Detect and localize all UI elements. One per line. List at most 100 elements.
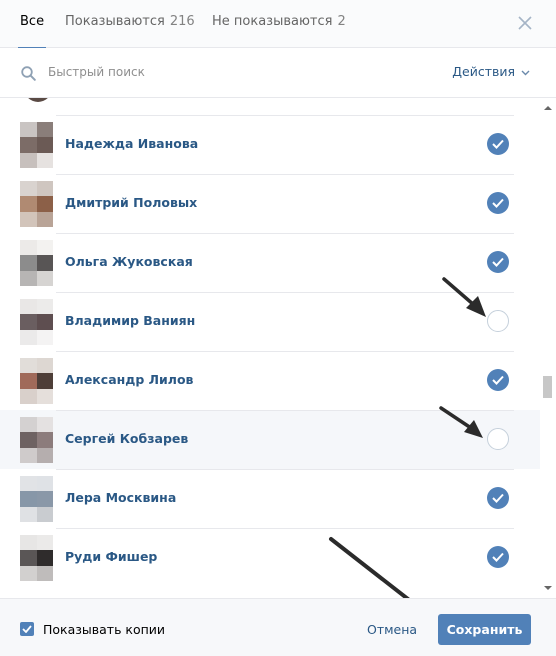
avatar-pixel bbox=[20, 550, 37, 566]
avatar-pixel bbox=[20, 535, 37, 551]
avatar-pixel bbox=[36, 196, 53, 212]
visibility-toggle-checked[interactable] bbox=[487, 487, 509, 509]
visibility-toggle-checked[interactable] bbox=[487, 133, 509, 155]
tab-shown[interactable]: Показываются 216 bbox=[65, 0, 195, 48]
avatar-pixel bbox=[20, 270, 37, 286]
friend-name[interactable]: Ольга Жуковская bbox=[65, 254, 193, 269]
checkmark-icon bbox=[492, 139, 504, 149]
avatar-pixel bbox=[36, 373, 53, 389]
avatar bbox=[24, 98, 52, 102]
save-button[interactable]: Сохранить bbox=[438, 614, 531, 645]
avatar[interactable] bbox=[20, 240, 53, 286]
row-divider bbox=[56, 469, 514, 470]
avatar-pixel bbox=[36, 255, 53, 271]
show-copies-checkbox[interactable] bbox=[20, 622, 34, 636]
avatar[interactable] bbox=[20, 476, 53, 522]
visibility-toggle-checked[interactable] bbox=[487, 369, 509, 391]
avatar-pixel bbox=[20, 476, 37, 492]
friend-name[interactable]: Сергей Кобзарев bbox=[65, 431, 188, 446]
avatar[interactable] bbox=[20, 535, 53, 581]
row-divider bbox=[56, 174, 514, 175]
visibility-toggle-unchecked[interactable] bbox=[487, 310, 509, 332]
avatar-pixel bbox=[36, 550, 53, 566]
avatar-pixel bbox=[20, 299, 37, 315]
avatar-pixel bbox=[36, 314, 53, 330]
checkmark-icon bbox=[492, 198, 504, 208]
visibility-toggle-checked[interactable] bbox=[487, 546, 509, 568]
scroll-down-icon[interactable] bbox=[544, 584, 552, 592]
visibility-toggle-checked[interactable] bbox=[487, 251, 509, 273]
avatar-pixel bbox=[20, 152, 37, 168]
avatar-pixel bbox=[20, 329, 37, 345]
scrollbar[interactable] bbox=[540, 98, 556, 598]
avatar-pixel bbox=[20, 373, 37, 389]
list-item[interactable]: Владимир Ваниян bbox=[0, 292, 540, 351]
avatar-pixel bbox=[36, 211, 53, 227]
avatar[interactable] bbox=[20, 181, 53, 227]
avatar-pixel bbox=[36, 329, 53, 345]
tab-all-label: Все bbox=[20, 14, 45, 29]
list-item[interactable]: Дмитрий Половых bbox=[0, 174, 540, 233]
list-item[interactable]: Александр Лилов bbox=[0, 351, 540, 410]
list-item[interactable]: Руди Фишер bbox=[0, 528, 540, 587]
visibility-toggle-checked[interactable] bbox=[487, 192, 509, 214]
scrollbar-thumb[interactable] bbox=[543, 376, 552, 398]
tab-shown-count: 216 bbox=[169, 14, 195, 29]
avatar-pixel bbox=[20, 196, 37, 212]
row-divider bbox=[56, 410, 514, 411]
friends-list: Надежда Иванова Дмитрий Половых Ольга Жуко… bbox=[0, 98, 540, 598]
avatar[interactable] bbox=[20, 358, 53, 404]
list-item[interactable]: Ольга Жуковская bbox=[0, 233, 540, 292]
show-copies-label[interactable]: Показывать копии bbox=[43, 622, 165, 637]
chevron-down-icon bbox=[521, 70, 530, 75]
avatar-pixel bbox=[20, 211, 37, 227]
avatar-pixel bbox=[20, 432, 37, 448]
tab-hidden-count: 2 bbox=[337, 14, 346, 29]
avatar-pixel bbox=[20, 358, 37, 374]
avatar-pixel bbox=[36, 388, 53, 404]
friend-name[interactable]: Руди Фишер bbox=[65, 549, 157, 564]
friend-name[interactable]: Надежда Иванова bbox=[65, 136, 198, 151]
close-icon[interactable] bbox=[518, 16, 532, 30]
avatar-pixel bbox=[36, 476, 53, 492]
tab-bar: Все Показываются 216 Не показываются 2 bbox=[0, 0, 556, 49]
friend-name[interactable]: Дмитрий Половых bbox=[65, 195, 197, 210]
avatar[interactable] bbox=[20, 417, 53, 463]
avatar-pixel bbox=[36, 240, 53, 256]
avatar-pixel bbox=[20, 137, 37, 153]
row-divider bbox=[56, 292, 514, 293]
tab-hidden-label: Не показываются bbox=[212, 14, 333, 29]
list-item[interactable]: Надежда Иванова bbox=[0, 115, 540, 174]
avatar-pixel bbox=[20, 314, 37, 330]
avatar-pixel bbox=[20, 506, 37, 522]
list-item[interactable]: Сергей Кобзарев bbox=[0, 410, 540, 469]
tab-all[interactable]: Все bbox=[17, 0, 47, 49]
checkmark-icon bbox=[492, 493, 504, 503]
tab-hidden[interactable]: Не показываются 2 bbox=[212, 0, 346, 48]
avatar-pixel bbox=[36, 432, 53, 448]
scroll-up-icon[interactable] bbox=[544, 104, 552, 112]
avatar[interactable] bbox=[20, 299, 53, 345]
checkmark-icon bbox=[492, 257, 504, 267]
avatar-pixel bbox=[36, 417, 53, 433]
friend-name[interactable]: Александр Лилов bbox=[65, 372, 193, 387]
search-bar: Действия bbox=[0, 48, 556, 98]
avatar-pixel bbox=[36, 565, 53, 581]
avatar-pixel bbox=[36, 491, 53, 507]
actions-label: Действия bbox=[452, 64, 515, 79]
avatar-pixel bbox=[20, 122, 37, 138]
friend-name[interactable]: Лера Москвина bbox=[65, 490, 176, 505]
avatar-pixel bbox=[36, 535, 53, 551]
search-input[interactable] bbox=[48, 60, 428, 84]
avatar[interactable] bbox=[20, 122, 53, 168]
avatar-pixel bbox=[20, 417, 37, 433]
avatar-pixel bbox=[36, 299, 53, 315]
visibility-toggle-unchecked[interactable] bbox=[487, 428, 509, 450]
list-item[interactable]: Лера Москвина bbox=[0, 469, 540, 528]
checkmark-icon bbox=[492, 552, 504, 562]
cancel-button[interactable]: Отмена bbox=[367, 622, 417, 637]
actions-dropdown[interactable]: Действия bbox=[452, 64, 530, 79]
tab-shown-label: Показываются bbox=[65, 14, 165, 29]
friend-name[interactable]: Владимир Ваниян bbox=[65, 313, 195, 328]
checkmark-icon bbox=[22, 625, 32, 633]
